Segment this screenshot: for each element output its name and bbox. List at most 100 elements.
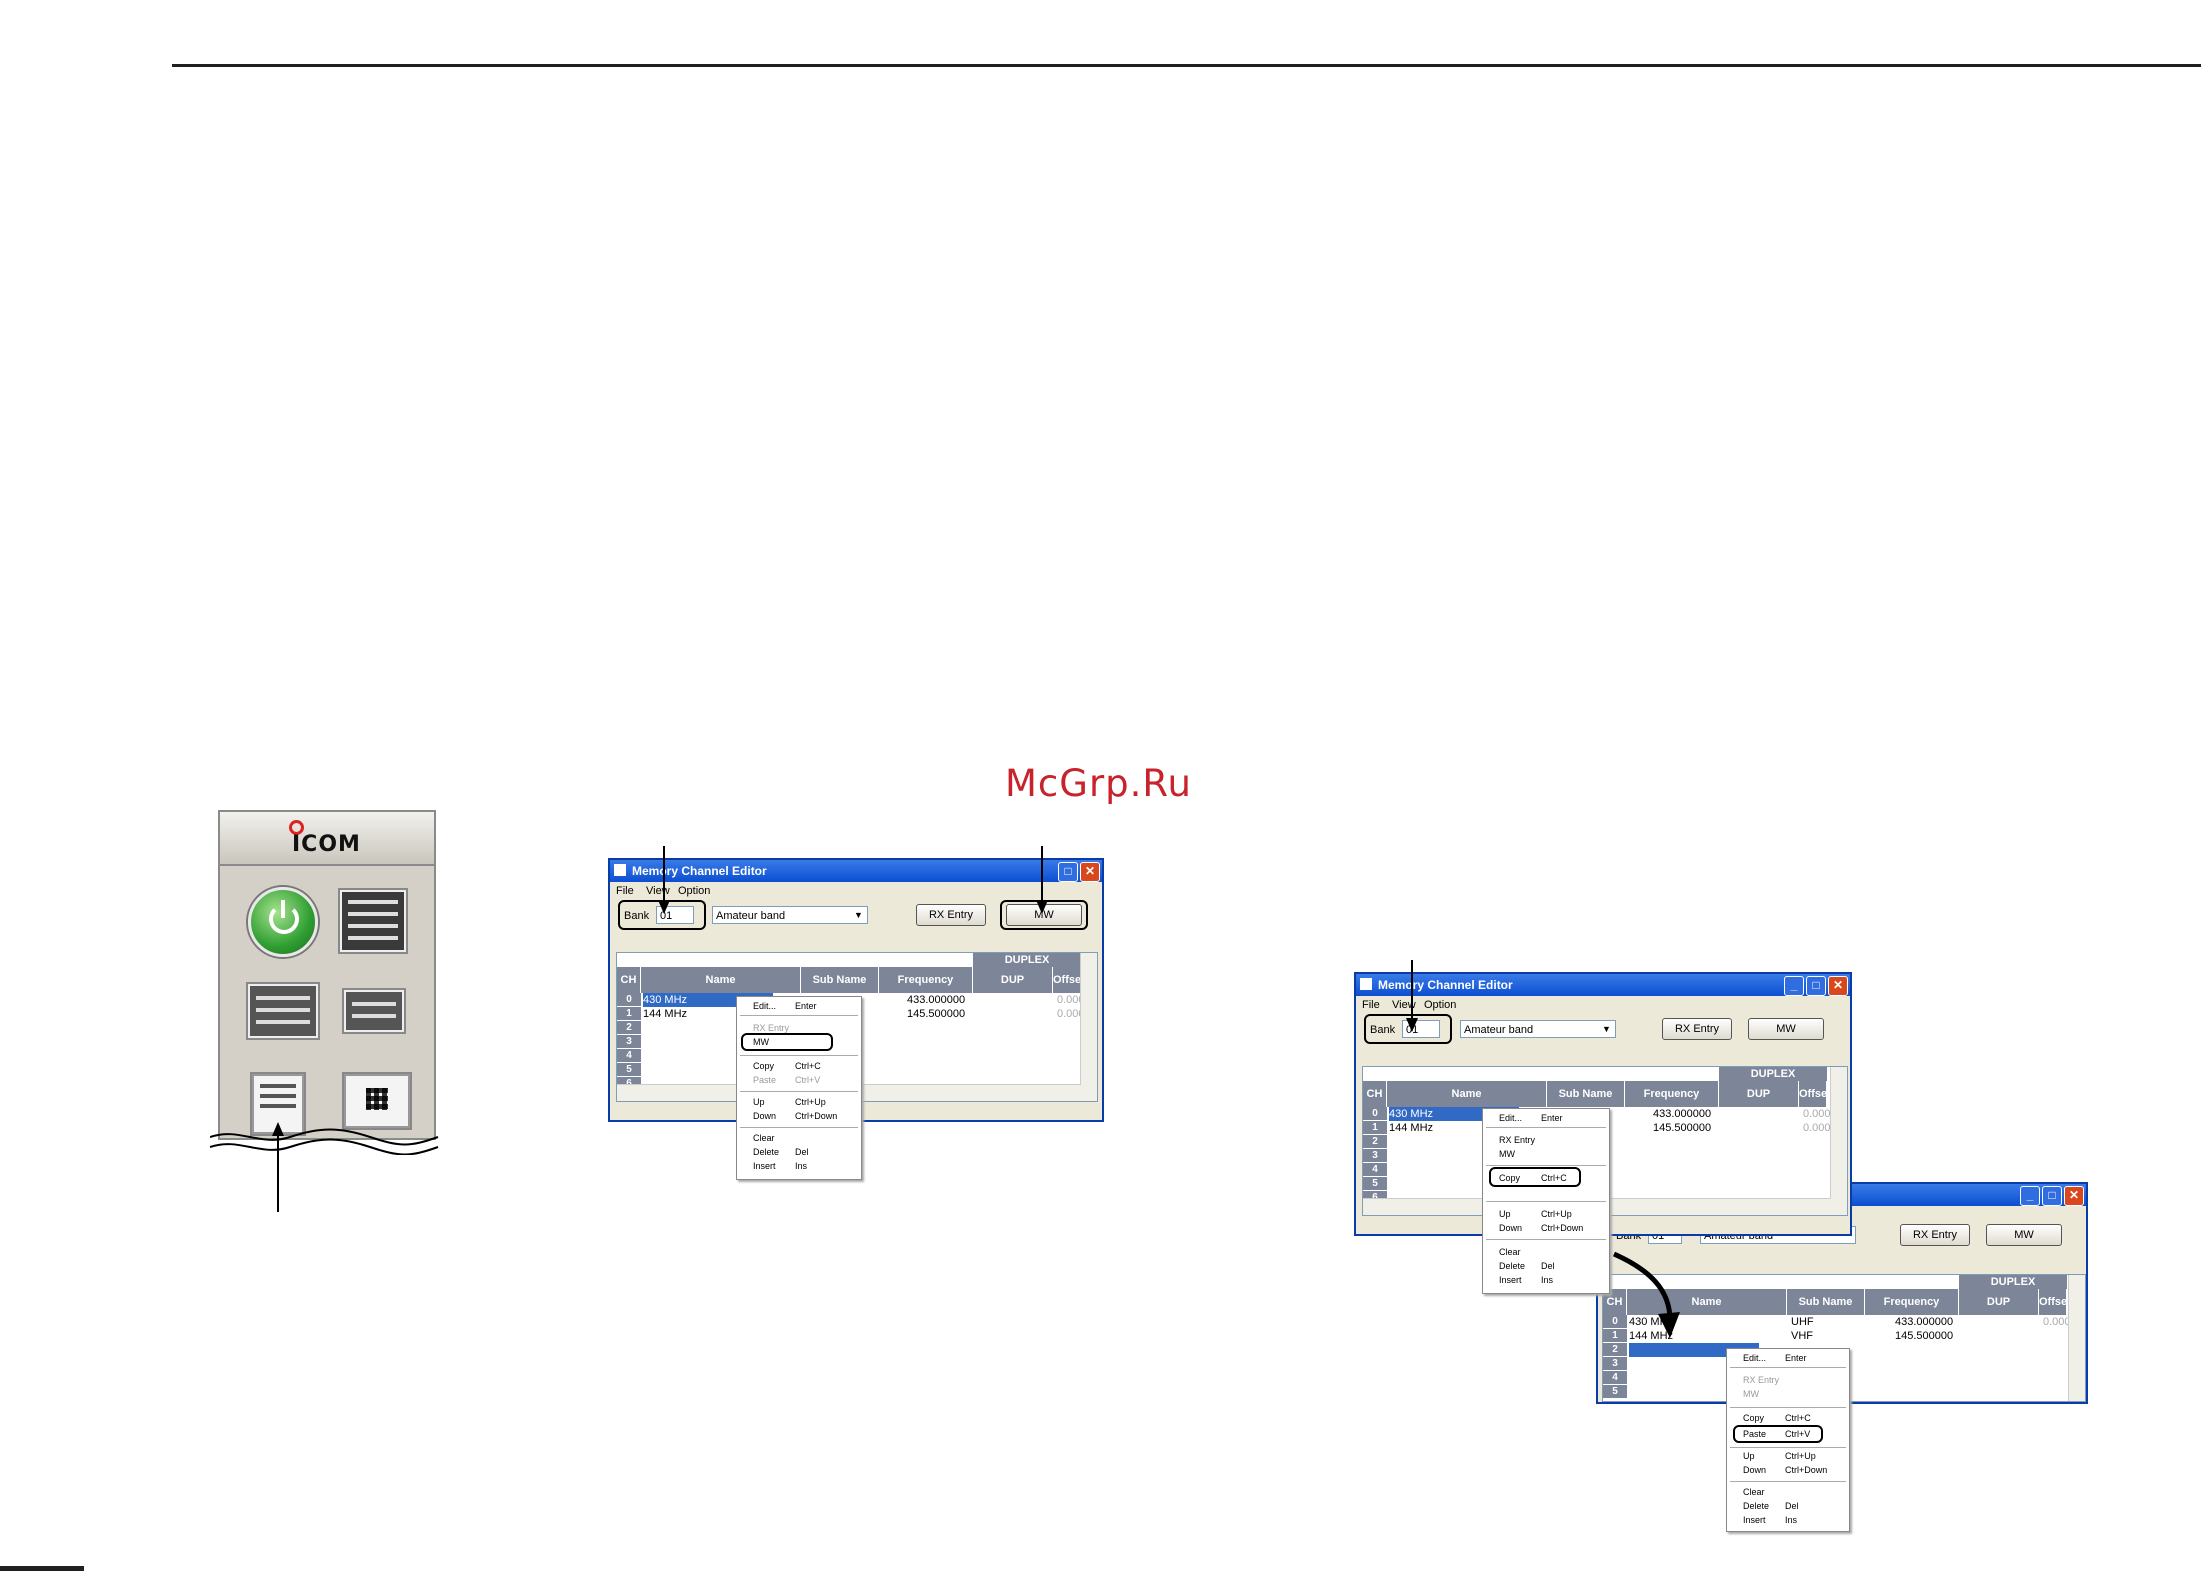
power-icon[interactable]	[248, 887, 318, 957]
row-ch: 2	[1363, 1135, 1387, 1149]
cell-frequency[interactable]: 145.500000	[1895, 1329, 1953, 1343]
rx-entry-button[interactable]: RX Entry	[916, 904, 986, 926]
mw-menu-callout	[741, 1033, 833, 1051]
close-button[interactable]: ✕	[1080, 862, 1100, 882]
radio-panel-icon[interactable]	[248, 984, 318, 1038]
close-button[interactable]: ✕	[2064, 1186, 2084, 1206]
radio-unit-icon[interactable]	[344, 990, 404, 1032]
menu-file[interactable]: File	[1362, 999, 1380, 1011]
menu-insert[interactable]: Insert	[1743, 1515, 1766, 1525]
menu-up[interactable]: Up	[1743, 1451, 1755, 1461]
menu-option[interactable]: Option	[678, 885, 710, 897]
shortcut-up: Ctrl+Up	[1541, 1209, 1572, 1219]
close-button[interactable]: ✕	[1828, 976, 1848, 996]
launcher-header: ICOM	[220, 812, 434, 866]
menu-delete[interactable]: Delete	[1743, 1501, 1769, 1511]
cell-offset[interactable]: 0.000	[1803, 1121, 1831, 1135]
memory-list-icon[interactable]	[340, 890, 406, 952]
menu-rx-entry[interactable]: RX Entry	[1743, 1375, 1779, 1385]
shortcut-delete: Del	[1541, 1261, 1555, 1271]
mw-pointer-arrow	[1036, 846, 1048, 914]
menu-option[interactable]: Option	[1424, 999, 1456, 1011]
cell-offset[interactable]: 0.000	[1803, 1107, 1831, 1121]
menu-down[interactable]: Down	[753, 1111, 776, 1121]
keypad-icon[interactable]	[344, 1074, 410, 1128]
row-ch: 5	[1603, 1385, 1627, 1399]
maximize-button[interactable]: □	[1058, 862, 1078, 882]
menu-rx-entry[interactable]: RX Entry	[753, 1023, 789, 1033]
menu-edit[interactable]: Edit...	[1743, 1353, 1766, 1363]
row-ch: 2	[617, 1021, 641, 1035]
rx-entry-button[interactable]: RX Entry	[1662, 1018, 1732, 1040]
col-name: Name	[1387, 1081, 1547, 1107]
mw-button[interactable]: MW	[1748, 1018, 1824, 1040]
duplex-header: DUPLEX	[1959, 1275, 2067, 1289]
menu-clear[interactable]: Clear	[753, 1133, 775, 1143]
cell-frequency[interactable]: 145.500000	[1653, 1121, 1711, 1135]
vertical-scrollbar[interactable]	[2068, 1275, 2085, 1401]
vertical-scrollbar[interactable]	[1080, 953, 1097, 1101]
maximize-button[interactable]: □	[2042, 1186, 2062, 1206]
band-select[interactable]: Amateur band	[1460, 1020, 1616, 1038]
row-ch: 4	[617, 1049, 641, 1063]
shortcut-delete: Del	[1785, 1501, 1799, 1511]
menu-delete[interactable]: Delete	[753, 1147, 779, 1157]
row-ch: 5	[617, 1063, 641, 1077]
cell-frequency[interactable]: 145.500000	[907, 1007, 965, 1021]
col-sub-name: Sub Name	[801, 967, 879, 993]
paste-curved-arrow	[1612, 1251, 1680, 1338]
context-menu: Edit... Enter RX Entry MW Copy Ctrl+C Pa…	[736, 996, 862, 1180]
cell-sub-name[interactable]: UHF	[1791, 1315, 1814, 1329]
menu-rx-entry[interactable]: RX Entry	[1499, 1135, 1535, 1145]
cell-frequency[interactable]: 433.000000	[1653, 1107, 1711, 1121]
menu-copy[interactable]: Copy	[1743, 1413, 1764, 1423]
menu-insert[interactable]: Insert	[1499, 1275, 1522, 1285]
rx-entry-button[interactable]: RX Entry	[1900, 1224, 1970, 1246]
col-frequency: Frequency	[1625, 1081, 1719, 1107]
menu-edit[interactable]: Edit...	[1499, 1113, 1522, 1123]
col-dup: DUP	[973, 967, 1053, 993]
menu-down[interactable]: Down	[1499, 1223, 1522, 1233]
shortcut-down: Ctrl+Down	[795, 1111, 838, 1121]
minimize-button[interactable]: _	[1784, 976, 1804, 996]
menu-edit[interactable]: Edit...	[753, 1001, 776, 1011]
menu-down[interactable]: Down	[1743, 1465, 1766, 1475]
col-frequency: Frequency	[1865, 1289, 1959, 1315]
shortcut-edit: Enter	[795, 1001, 817, 1011]
menu-copy[interactable]: Copy	[753, 1061, 774, 1071]
menu-up[interactable]: Up	[1499, 1209, 1511, 1219]
menu-file[interactable]: File	[616, 885, 634, 897]
menu-mw[interactable]: MW	[1743, 1389, 1759, 1399]
cell-frequency[interactable]: 433.000000	[907, 993, 965, 1007]
minimize-button[interactable]: _	[2020, 1186, 2040, 1206]
cell-frequency[interactable]: 433.000000	[1895, 1315, 1953, 1329]
cell-sub-name[interactable]: VHF	[1791, 1329, 1813, 1343]
row-ch: 1	[617, 1007, 641, 1021]
menu-bar: File View Option	[1356, 996, 1850, 1014]
menu-paste[interactable]: Paste	[753, 1075, 776, 1085]
vertical-scrollbar[interactable]	[1830, 1067, 1847, 1215]
menu-clear[interactable]: Clear	[1743, 1487, 1765, 1497]
menu-delete[interactable]: Delete	[1499, 1261, 1525, 1271]
app-icon	[614, 864, 626, 876]
watermark: McGrp.Ru	[1005, 762, 1192, 805]
menu-up[interactable]: Up	[753, 1097, 765, 1107]
shortcut-up: Ctrl+Up	[795, 1097, 826, 1107]
chevron-down-icon[interactable]: ▼	[1602, 1024, 1611, 1034]
menu-clear[interactable]: Clear	[1499, 1247, 1521, 1257]
menu-insert[interactable]: Insert	[753, 1161, 776, 1171]
col-sub-name: Sub Name	[1547, 1081, 1625, 1107]
page-tab	[0, 1566, 84, 1571]
mw-button[interactable]: MW	[1986, 1224, 2062, 1246]
cell-offset[interactable]: 0.000	[2043, 1315, 2071, 1329]
menu-mw[interactable]: MW	[1499, 1149, 1515, 1159]
shortcut-insert: Ins	[1541, 1275, 1554, 1285]
shortcut-copy: Ctrl+C	[1785, 1413, 1811, 1423]
toolbar: Bank 01 Amateur band ▼ RX Entry MW	[610, 900, 1102, 932]
band-select[interactable]: Amateur band	[712, 906, 868, 924]
row-ch: 5	[1363, 1177, 1387, 1191]
maximize-button[interactable]: □	[1806, 976, 1826, 996]
shortcut-paste: Ctrl+V	[795, 1075, 821, 1085]
row-ch: 0	[617, 993, 641, 1007]
chevron-down-icon[interactable]: ▼	[854, 910, 863, 920]
